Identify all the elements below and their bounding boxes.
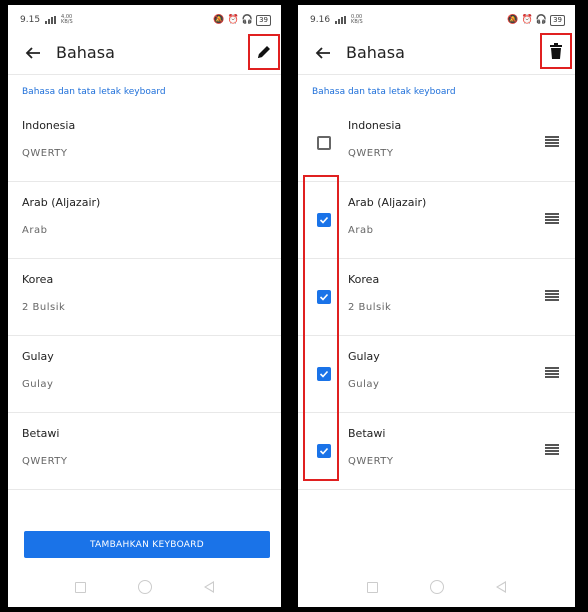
mute-icon: 🔕	[507, 15, 519, 25]
language-row[interactable]: Korea 2 Bulsik	[298, 259, 575, 336]
language-layout: Arab	[22, 225, 48, 236]
language-row[interactable]: Gulay Gulay	[8, 336, 281, 413]
add-keyboard-button[interactable]: TAMBAHKAN KEYBOARD	[24, 531, 270, 558]
page-title: Bahasa	[56, 43, 115, 62]
signal-icon	[45, 16, 57, 24]
home-button[interactable]	[430, 580, 444, 594]
drag-handle-icon[interactable]	[545, 367, 559, 378]
language-name: Arab (Aljazair)	[22, 196, 101, 209]
status-time: 9.15	[20, 15, 41, 25]
language-layout: QWERTY	[348, 456, 394, 467]
status-time: 9.16	[310, 15, 331, 25]
selection-highlight-box	[303, 175, 339, 481]
language-layout: Arab	[348, 225, 374, 236]
mute-icon: 🔕	[213, 15, 225, 25]
language-row[interactable]: Gulay Gulay	[298, 336, 575, 413]
page-title: Bahasa	[346, 43, 405, 62]
drag-handle-icon[interactable]	[545, 213, 559, 224]
signal-icon	[335, 16, 347, 24]
battery-indicator: 39	[550, 14, 565, 26]
navigation-bar	[298, 577, 575, 597]
language-name: Gulay	[348, 350, 380, 363]
trash-icon	[550, 43, 562, 59]
language-row[interactable]: Arab (Aljazair) Arab	[298, 182, 575, 259]
back-button[interactable]	[18, 38, 48, 68]
language-row[interactable]: Betawi QWERTY	[298, 413, 575, 490]
arrow-left-icon	[315, 46, 330, 59]
language-layout: QWERTY	[348, 148, 394, 159]
alarm-icon: ⏰	[521, 15, 533, 25]
status-bar: 9.15 4,00 KB/S 🔕 ⏰ 🎧 39	[20, 13, 271, 27]
nav-back-button[interactable]	[204, 581, 214, 593]
network-speed: 0,00 KB/S	[351, 14, 363, 25]
delete-button[interactable]	[540, 33, 572, 69]
language-row[interactable]: Indonesia QWERTY	[298, 105, 575, 182]
home-button[interactable]	[138, 580, 152, 594]
language-checkbox[interactable]	[317, 136, 331, 150]
headphone-icon: 🎧	[535, 15, 548, 25]
language-name: Gulay	[22, 350, 54, 363]
language-name: Arab (Aljazair)	[348, 196, 427, 209]
edit-button[interactable]	[248, 34, 280, 70]
language-row[interactable]: Betawi QWERTY	[8, 413, 281, 490]
language-name: Korea	[22, 273, 54, 286]
drag-handle-icon[interactable]	[545, 290, 559, 301]
app-bar: Bahasa	[8, 31, 281, 75]
alarm-icon: ⏰	[227, 15, 239, 25]
language-name: Indonesia	[348, 119, 402, 132]
language-row[interactable]: Korea 2 Bulsik	[8, 259, 281, 336]
drag-handle-icon[interactable]	[545, 136, 559, 147]
language-name: Korea	[348, 273, 380, 286]
app-bar: Bahasa	[298, 31, 575, 75]
status-bar: 9.16 0,00 KB/S 🔕 ⏰ 🎧 39	[310, 13, 565, 27]
nav-back-button[interactable]	[496, 581, 506, 593]
network-speed: 4,00 KB/S	[61, 14, 73, 25]
language-layout: QWERTY	[22, 456, 68, 467]
phone-screen-edit-mode: 9.16 0,00 KB/S 🔕 ⏰ 🎧 39 Bahasa Bahasa dan…	[298, 5, 575, 607]
section-label: Bahasa dan tata letak keyboard	[22, 87, 166, 97]
pencil-icon	[258, 46, 270, 58]
language-name: Betawi	[22, 427, 60, 440]
language-layout: 2 Bulsik	[22, 302, 66, 313]
recents-button[interactable]	[367, 581, 378, 593]
recents-button[interactable]	[75, 581, 86, 593]
language-row[interactable]: Arab (Aljazair) Arab	[8, 182, 281, 259]
section-label: Bahasa dan tata letak keyboard	[312, 87, 456, 97]
language-name: Indonesia	[22, 119, 76, 132]
language-layout: QWERTY	[22, 148, 68, 159]
language-layout: 2 Bulsik	[348, 302, 392, 313]
battery-indicator: 39	[256, 14, 271, 26]
language-layout: Gulay	[348, 379, 380, 390]
navigation-bar	[8, 577, 281, 597]
language-name: Betawi	[348, 427, 386, 440]
back-button[interactable]	[308, 38, 338, 68]
drag-handle-icon[interactable]	[545, 444, 559, 455]
headphone-icon: 🎧	[241, 15, 254, 25]
phone-screen-view-mode: 9.15 4,00 KB/S 🔕 ⏰ 🎧 39 Bahasa Bahasa dan…	[8, 5, 281, 607]
language-row[interactable]: Indonesia QWERTY	[8, 105, 281, 182]
arrow-left-icon	[25, 46, 40, 59]
language-layout: Gulay	[22, 379, 54, 390]
